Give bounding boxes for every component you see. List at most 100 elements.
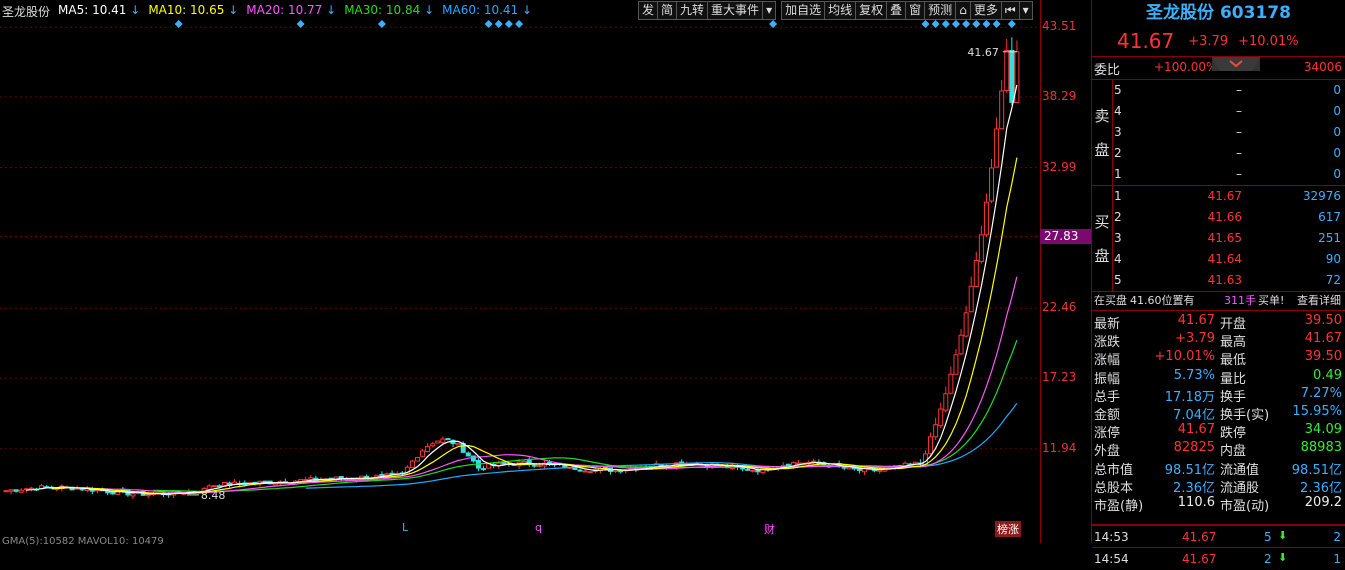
event-diamond-icon [941,20,950,28]
stat-value: 39.50 [1304,349,1342,365]
toolbar-jiuzhuan-button[interactable]: 九转 [676,1,709,20]
buy-level-price: 41.63 [1207,273,1242,287]
candle-body [389,472,395,475]
price-tick-label: 32.99 [1042,159,1077,174]
toolbar-more-button[interactable]: 更多 [969,1,1002,20]
candle-body [130,493,136,497]
candle-body [445,438,451,441]
toolbar-home-icon[interactable]: ⌂ [955,1,971,20]
sell-level-number: 5 [1114,83,1122,97]
stat-item: 开盘 39.50 [1218,313,1342,332]
toolbar-forecast-button[interactable]: 预测 [924,1,957,20]
stat-label: 金额 [1094,408,1121,423]
tick-volume: 5 [1264,530,1272,544]
candle-body [963,312,969,337]
toolbar-skip-back-icon[interactable]: ⏮ [1000,1,1020,20]
last-price: 41.67 [1117,29,1175,53]
candle-body [983,201,989,236]
price-tick-label: 22.46 [1042,300,1077,315]
candle-body [262,480,268,483]
stat-item: 涨幅 +10.01% [1092,349,1215,369]
price-summary: 41.67 +3.79 +10.01% [1092,26,1345,57]
kline-chart-area[interactable]: 41.67 8.48 圣龙股份 MA5: 10.41 ↓ MA10: 10.65 … [0,0,1091,547]
candle-body [13,489,19,492]
stat-value: +10.01% [1154,349,1215,365]
event-mark-l[interactable]: L [402,521,408,534]
buy-level-price: 41.67 [1207,189,1242,203]
candle-body [958,334,964,355]
candle-body [846,466,852,470]
stat-value: 88983 [1300,440,1342,456]
toolbar-window-button[interactable]: 窗 [905,1,926,20]
sell-level-row[interactable]: 4 – 0 [1092,101,1345,122]
tick-count: 2 [1333,530,1341,544]
candle-body [953,354,959,375]
sell-level-volume: 0 [1333,125,1341,139]
buy-level-price: 41.64 [1207,252,1242,266]
collapse-arrow-icon[interactable] [1212,57,1260,71]
stat-item: 总股本 2.36亿 [1092,477,1215,496]
candle-body [3,490,9,493]
weibi-value: 34006 [1303,60,1342,74]
stat-label: 涨幅 [1094,353,1121,369]
legend-ma10: MA10: 10.65 ↓ [148,3,239,17]
buy-level-price: 41.65 [1207,231,1242,245]
candle-body [303,479,309,482]
sell-level-row[interactable]: 1 – 0 [1092,164,1345,185]
stat-value: 7.27% [1300,385,1342,401]
candle-body [531,464,537,467]
stat-value: 98.51亿 [1164,462,1215,478]
event-mark-bangzhang[interactable]: 榜涨 [995,521,1021,537]
toolbar-add-watchlist-button[interactable]: 加自选 [781,1,826,20]
candle-body [577,469,583,472]
buy-level-row[interactable]: 4 41.64 90 [1092,249,1345,270]
notice-volume: 311手 [1224,294,1256,307]
buy-level-row[interactable]: 1 41.67 32976 [1092,186,1345,207]
candle-body [379,473,385,476]
candle-body [430,443,436,447]
sell-level-volume: 0 [1333,83,1341,97]
stat-value: 2.36亿 [1300,480,1342,496]
stat-label: 量比 [1220,371,1247,387]
stat-value: 41.67 [1177,313,1215,328]
event-mark-q[interactable]: q [535,521,542,534]
stat-item: 流通值 98.51亿 [1218,459,1342,478]
buy-level-row[interactable]: 2 41.66 617 [1092,207,1345,228]
price-tick-label: 17.23 [1042,370,1077,385]
buy-level-number: 4 [1114,252,1122,266]
legend-ma5: MA5: 10.41 ↓ [58,3,141,17]
toolbar-overlay-button[interactable]: 叠 [886,1,907,20]
view-detail-link[interactable]: 查看详细 [1297,292,1341,310]
buy-level-row[interactable]: 3 41.65 251 [1092,228,1345,249]
buy-level-number: 3 [1114,231,1122,245]
ma10-line [51,157,1018,495]
event-mark-cai[interactable]: 财 [764,521,775,537]
toolbar-events-dropdown-icon[interactable]: ▾ [762,1,777,20]
candle-body [414,457,420,462]
buy-level-row[interactable]: 5 41.63 72 [1092,270,1345,291]
sell-level-row[interactable]: 5 – 0 [1092,80,1345,101]
stat-label: 最高 [1220,335,1247,351]
candle-body [740,467,746,470]
sell-level-row[interactable]: 2 – 0 [1092,143,1345,164]
candle-body [745,468,751,471]
legend-ma20: MA20: 10.77 ↓ [246,3,337,17]
candle-body [989,167,995,202]
toolbar-jian-button[interactable]: 简 [657,1,678,20]
sell-level-price: – [1236,83,1242,97]
toolbar-adjust-button[interactable]: 复权 [855,1,888,20]
kline-chart[interactable]: 41.67 8.48 [0,0,1040,543]
event-diamond-icon [296,20,305,28]
price-change: +3.79 [1188,33,1229,49]
stat-value: 34.09 [1304,422,1342,438]
candle-body [999,90,1005,130]
candle-body [938,408,944,427]
tick-row: 14:53 41.67 5 ⬇ 2 [1092,525,1345,548]
toolbar-ma-button[interactable]: 均线 [824,1,857,20]
candle-body [105,491,111,494]
candle-body [8,489,14,492]
toolbar-major-events-button[interactable]: 重大事件 [707,1,764,20]
sell-level-row[interactable]: 3 – 0 [1092,122,1345,143]
toolbar-fa-button[interactable]: 发 [638,1,659,20]
toolbar-more-dropdown-icon[interactable]: ▾ [1018,1,1033,20]
